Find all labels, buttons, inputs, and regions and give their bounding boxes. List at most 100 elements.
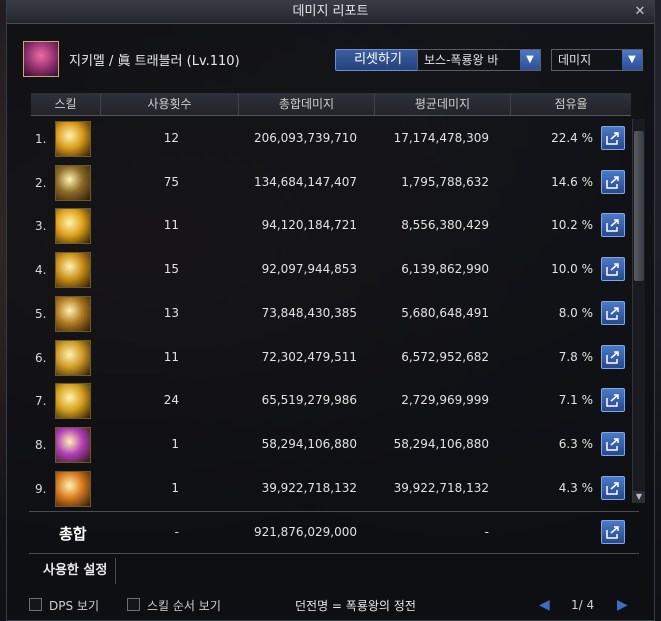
row-use-count: 11 [163,350,179,364]
row-total-damage: 65,519,279,986 [261,393,357,407]
window-titlebar[interactable]: 데미지 리포트 [7,1,654,24]
row-rank: 2. [35,176,47,190]
header-count[interactable]: 사용횟수 [101,93,239,115]
character-name: 지키멜 / 眞 트래블러 (Lv.110) [69,54,240,69]
table-body: 1. 12 206,093,739,710 17,174,478,309 22.… [31,119,631,507]
row-share: 10.2 % [551,218,593,232]
row-share: 4.3 % [558,481,593,495]
export-button[interactable] [601,476,625,500]
row-avg-damage: 39,922,718,132 [393,481,489,495]
skill-icon [55,252,91,288]
divider [29,511,639,512]
share-icon [606,219,619,232]
share-icon [606,132,619,145]
skill-icon [55,121,91,157]
dps-checkbox[interactable] [29,598,42,611]
table-row: 6. 11 72,302,479,511 6,572,952,682 7.8 % [31,338,631,378]
header-avg-damage[interactable]: 평균데미지 [375,93,511,115]
export-button[interactable] [601,213,625,237]
share-icon [606,351,619,364]
target-select-value: 보스-폭룡왕 바 [424,53,499,67]
share-icon [606,482,619,495]
export-button[interactable] [601,301,625,325]
export-button[interactable] [601,432,625,456]
row-share: 8.0 % [558,306,593,320]
row-rank: 4. [35,263,47,277]
table-row: 9. 1 39,922,718,132 39,922,718,132 4.3 % [31,469,631,509]
row-avg-damage: 2,729,969,999 [401,393,489,407]
prev-page-icon[interactable]: ◀ [539,597,550,613]
share-icon [606,438,619,451]
target-select[interactable]: 보스-폭룡왕 바 ▼ [417,49,541,71]
table-row: 7. 24 65,519,279,986 2,729,969,999 7.1 % [31,381,631,421]
table-row: 1. 12 206,093,739,710 17,174,478,309 22.… [31,119,631,159]
totals-total-damage: 921,876,029,000 [253,525,357,539]
row-total-damage: 92,097,944,853 [261,262,357,276]
footer: DPS 보기 스킬 순서 보기 던전명 = 폭룡왕의 정전 ◀ 1/ 4 ▶ [7,593,656,617]
export-button[interactable] [601,520,625,544]
scrollbar[interactable]: ▼ [632,119,645,503]
row-use-count: 75 [163,175,179,189]
row-rank: 5. [35,307,47,321]
row-total-damage: 134,684,147,407 [253,175,357,189]
skill-icon [55,296,91,332]
skill-icon [55,471,91,507]
export-button[interactable] [601,257,625,281]
row-share: 22.4 % [551,131,593,145]
row-rank: 1. [35,132,47,146]
row-rank: 6. [35,351,47,365]
row-total-damage: 73,848,430,385 [261,306,357,320]
dungeon-name: 던전명 = 폭룡왕의 정전 [295,599,416,613]
header-share[interactable]: 점유율 [511,93,631,115]
header-skill[interactable]: 스킬 [31,93,101,115]
totals-row: 총합 - 921,876,029,000 - [31,515,641,549]
table-row: 4. 15 92,097,944,853 6,139,862,990 10.0 … [31,250,631,290]
skill-icon [55,340,91,376]
skill-damage-table: 스킬 사용횟수 총합데미지 평균데미지 점유율 1. 12 206,093,73… [31,93,645,507]
export-button[interactable] [601,170,625,194]
share-icon [606,307,619,320]
row-total-damage: 72,302,479,511 [261,350,357,364]
row-share: 7.8 % [558,350,593,364]
share-icon [606,526,619,539]
row-use-count: 12 [163,131,179,145]
row-total-damage: 94,120,184,721 [261,218,357,232]
used-settings-tab[interactable]: 사용한 설정 [35,558,117,584]
row-total-damage: 58,294,106,880 [261,437,357,451]
skill-icon [55,165,91,201]
export-button[interactable] [601,345,625,369]
row-use-count: 1 [171,481,179,495]
row-share: 7.1 % [558,393,593,407]
row-use-count: 24 [163,393,179,407]
export-button[interactable] [601,388,625,412]
row-avg-damage: 1,795,788,632 [401,175,489,189]
skill-order-label: 스킬 순서 보기 [147,599,221,613]
skill-order-checkbox[interactable] [127,598,140,611]
dps-label: DPS 보기 [49,599,99,613]
row-avg-damage: 6,139,862,990 [401,262,489,276]
metric-select[interactable]: 데미지 ▼ [551,49,643,71]
row-avg-damage: 5,680,648,491 [401,306,489,320]
table-row: 3. 11 94,120,184,721 8,556,380,429 10.2 … [31,206,631,246]
table-row: 5. 13 73,848,430,385 5,680,648,491 8.0 % [31,294,631,334]
scrollbar-thumb[interactable] [634,131,644,281]
close-icon[interactable]: ✕ [632,4,648,20]
row-use-count: 11 [163,218,179,232]
character-avatar [23,41,59,77]
reset-button[interactable]: 리셋하기 [335,49,421,71]
window-title: 데미지 리포트 [292,4,369,19]
row-share: 14.6 % [551,175,593,189]
row-rank: 9. [35,482,47,496]
table-row: 2. 75 134,684,147,407 1,795,788,632 14.6… [31,163,631,203]
header-total-damage[interactable]: 총합데미지 [239,93,375,115]
metric-select-value: 데미지 [558,53,592,67]
row-avg-damage: 17,174,478,309 [393,131,489,145]
table-row: 8. 1 58,294,106,880 58,294,106,880 6.3 % [31,425,631,465]
export-button[interactable] [601,126,625,150]
skill-icon [55,383,91,419]
skill-icon [55,427,91,463]
row-rank: 8. [35,438,47,452]
next-page-icon[interactable]: ▶ [617,597,628,613]
scroll-down-icon[interactable]: ▼ [633,491,645,503]
row-use-count: 15 [163,262,179,276]
